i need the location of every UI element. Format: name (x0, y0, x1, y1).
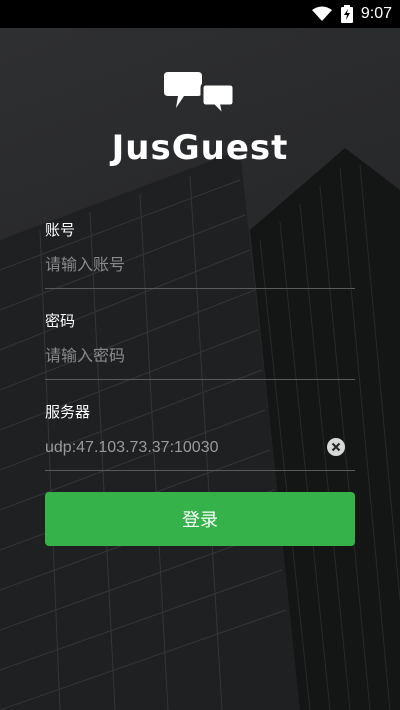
account-underline (45, 288, 355, 289)
battery-icon (340, 5, 353, 23)
password-field: 密码 (45, 311, 355, 380)
server-label: 服务器 (45, 403, 91, 421)
password-label: 密码 (45, 312, 76, 330)
server-underline (45, 470, 355, 471)
status-time: 9:07 (360, 5, 392, 22)
clear-icon[interactable] (327, 438, 345, 460)
password-underline (45, 379, 355, 380)
account-input[interactable] (45, 254, 315, 278)
server-field: 服务器 (45, 402, 355, 471)
account-field: 账号 (45, 220, 355, 289)
app-title: JusGuest (111, 128, 289, 168)
chat-bubbles-icon (164, 70, 236, 122)
account-label: 账号 (45, 221, 76, 239)
server-input[interactable] (45, 436, 315, 460)
wifi-icon (311, 6, 333, 22)
login-button[interactable]: 登录 (45, 492, 355, 546)
password-input[interactable] (45, 345, 315, 369)
status-bar: 9:07 (0, 0, 400, 28)
logo (0, 70, 400, 122)
